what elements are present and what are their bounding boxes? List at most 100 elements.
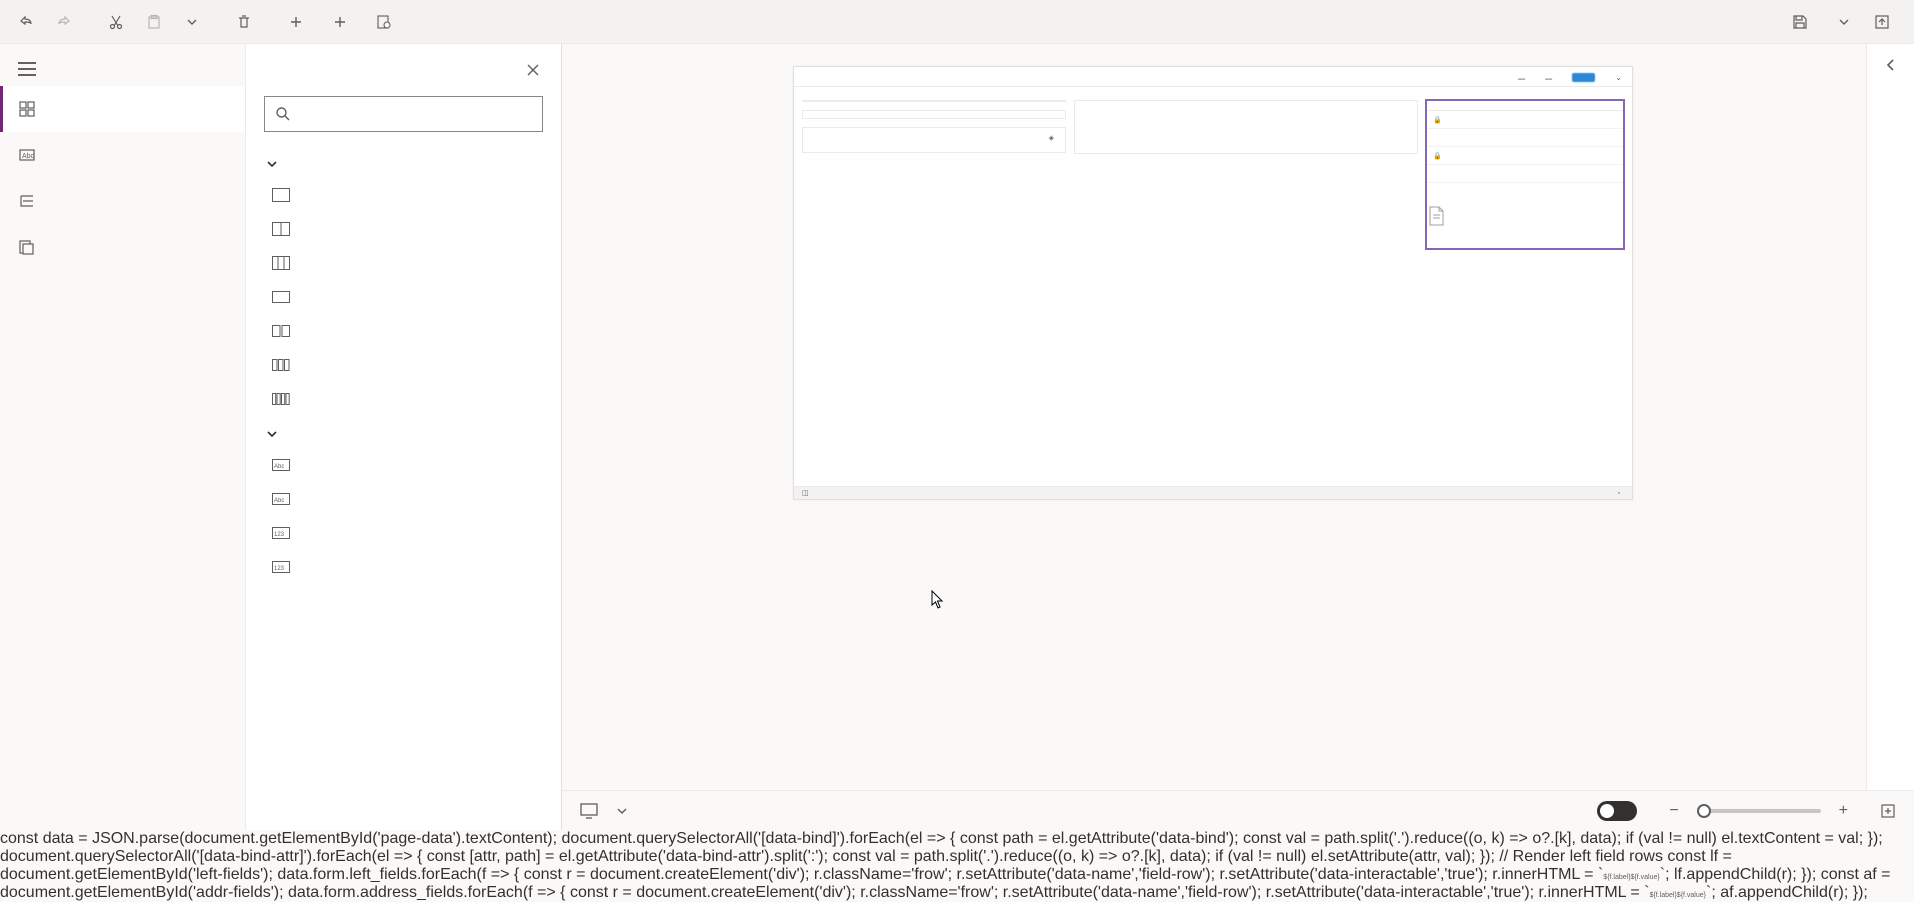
field-value: ${f.value} xyxy=(1631,874,1660,881)
plus-icon xyxy=(288,14,304,30)
number-icon: 123 xyxy=(272,526,290,540)
add-component-button[interactable] xyxy=(322,10,364,34)
form-libraries-icon xyxy=(18,238,36,256)
timeline-section[interactable] xyxy=(1074,100,1418,154)
zoom-out-button[interactable]: − xyxy=(1665,802,1682,820)
properties-rail xyxy=(1866,44,1914,790)
number-icon: 123 xyxy=(272,560,290,574)
svg-text:Abc: Abc xyxy=(274,498,284,504)
publish-icon xyxy=(1874,14,1890,30)
save-button[interactable] xyxy=(1782,10,1824,34)
svg-text:123: 123 xyxy=(274,532,285,538)
sec-4col-icon xyxy=(272,392,290,406)
chevron-down-icon xyxy=(266,428,278,440)
comp-rich-text[interactable]: Abc xyxy=(246,482,557,516)
undo-icon xyxy=(18,14,34,30)
nav-table-columns[interactable]: Abc xyxy=(0,132,245,178)
plus-icon xyxy=(332,14,348,30)
comp-3-column-tab[interactable] xyxy=(246,246,557,280)
document-icon xyxy=(1427,206,1623,226)
show-hidden-toggle[interactable] xyxy=(1597,801,1637,821)
comp-3-column-section[interactable] xyxy=(246,348,557,382)
form-footer: ◫ ▫ xyxy=(794,486,1632,499)
status-icon: ◫ xyxy=(802,489,809,497)
tree-view-icon xyxy=(18,192,36,210)
chevron-down-icon xyxy=(616,805,628,817)
get-directions-link[interactable]: ◈ xyxy=(811,134,1057,142)
search-icon xyxy=(275,106,291,122)
comp-number-input[interactable]: 123 xyxy=(246,516,557,550)
comp-1-column-tab[interactable] xyxy=(246,178,557,212)
comp-4-column-section[interactable] xyxy=(246,382,557,416)
chevron-down-icon xyxy=(1836,14,1852,30)
components-icon xyxy=(18,100,36,118)
save-dropdown[interactable] xyxy=(1826,10,1862,34)
chevron-down-icon xyxy=(184,14,200,30)
general-section[interactable] xyxy=(802,100,1066,102)
components-scroll[interactable]: Abc Abc 123 123 xyxy=(246,146,561,822)
components-panel: Abc Abc 123 123 xyxy=(246,44,562,830)
nav-components[interactable] xyxy=(0,86,245,132)
address-section-title xyxy=(803,111,1065,118)
save-icon: ▫ xyxy=(1618,490,1620,497)
comp-ai-builder[interactable]: Abc xyxy=(246,448,557,482)
zoom-in-button[interactable]: + xyxy=(1835,802,1852,820)
redo-button[interactable] xyxy=(46,10,82,34)
chevron-down-icon[interactable]: ⌄ xyxy=(1615,73,1622,82)
delete-button[interactable] xyxy=(226,10,262,34)
tab-1col-icon xyxy=(272,188,290,202)
tab-3col-icon xyxy=(272,256,290,270)
nav-tree-view[interactable] xyxy=(0,178,245,224)
contacts-no-data xyxy=(1427,190,1623,242)
abc-icon: Abc xyxy=(272,492,290,506)
switch-classic-button[interactable] xyxy=(410,18,430,26)
fit-to-screen-button[interactable] xyxy=(1880,803,1896,819)
search-box[interactable] xyxy=(264,96,543,132)
map-section[interactable]: ◈ xyxy=(802,127,1066,153)
svg-text:Abc: Abc xyxy=(22,153,35,160)
comp-2-column-section[interactable] xyxy=(246,314,557,348)
nav-form-libraries[interactable] xyxy=(0,224,245,270)
close-panel-button[interactable] xyxy=(523,60,543,80)
form-header-stats: --- --- ⌄ xyxy=(1518,73,1622,82)
paste-button[interactable] xyxy=(136,10,172,34)
paste-dropdown[interactable] xyxy=(174,10,210,34)
paste-icon xyxy=(146,14,162,30)
selected-section[interactable]: 🔒 🔒 xyxy=(1426,100,1624,249)
form-preview[interactable]: --- --- ⌄ xyxy=(793,66,1633,500)
publish-button[interactable] xyxy=(1864,10,1906,34)
sec-1col-icon xyxy=(272,290,290,304)
search-input[interactable] xyxy=(301,106,532,123)
cut-icon xyxy=(108,14,124,30)
form-settings-button[interactable] xyxy=(366,10,408,34)
svg-text:Abc: Abc xyxy=(274,464,284,470)
comp-star-rating[interactable]: 123 xyxy=(246,550,557,584)
save-icon xyxy=(1792,14,1808,30)
undo-button[interactable] xyxy=(8,10,44,34)
comp-1-column-section[interactable] xyxy=(246,280,557,314)
tab-2col-icon xyxy=(272,222,290,236)
comp-2-column-tab[interactable] xyxy=(246,212,557,246)
owner-pill xyxy=(1572,73,1596,82)
add-form-field-button[interactable] xyxy=(278,10,320,34)
group-layout[interactable] xyxy=(246,146,557,178)
zoom-slider[interactable] xyxy=(1697,809,1821,813)
cut-button[interactable] xyxy=(98,10,134,34)
trash-icon xyxy=(236,14,252,30)
lock-icon: 🔒 xyxy=(1433,153,1442,160)
table-columns-icon: Abc xyxy=(18,146,36,164)
abc-icon: Abc xyxy=(272,458,290,472)
sec-2col-icon xyxy=(272,324,290,338)
expand-properties-button[interactable] xyxy=(1884,58,1898,72)
hamburger-button[interactable] xyxy=(0,52,245,86)
diamond-icon: ◈ xyxy=(1049,134,1054,142)
address-section[interactable] xyxy=(802,110,1066,119)
nav-rail: Abc xyxy=(0,44,246,830)
bottom-bar: − + xyxy=(562,790,1914,830)
field-label: ${f.label} xyxy=(1650,892,1677,899)
form-settings-icon xyxy=(376,14,392,30)
device-selector[interactable] xyxy=(608,805,628,817)
sec-3col-icon xyxy=(272,358,290,372)
monitor-icon xyxy=(580,803,598,819)
group-input[interactable] xyxy=(246,416,557,448)
